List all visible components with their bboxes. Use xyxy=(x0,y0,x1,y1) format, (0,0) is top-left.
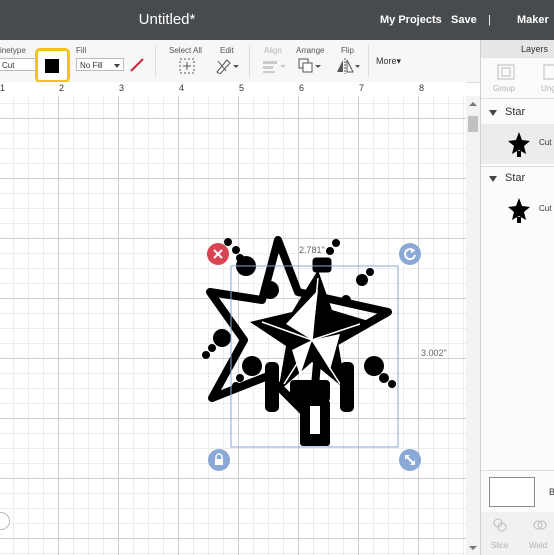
caret-down-icon xyxy=(489,176,497,182)
arrange-icon[interactable] xyxy=(298,58,322,74)
color-chip xyxy=(45,59,59,73)
weld-button[interactable]: Weld xyxy=(529,541,547,550)
more-label: More xyxy=(376,56,397,66)
blank-canvas-label: B xyxy=(549,487,554,497)
slice-button[interactable]: Slice xyxy=(491,541,508,550)
ruler-mark: 1 xyxy=(0,83,6,93)
resize-arrows-icon xyxy=(405,455,415,465)
edit-label: Edit xyxy=(220,46,234,55)
my-projects-link[interactable]: My Projects xyxy=(380,0,442,40)
lock-icon xyxy=(215,453,223,465)
flip-label: Flip xyxy=(341,46,354,55)
project-title: Untitled* xyxy=(138,11,196,28)
slice-icon[interactable] xyxy=(493,518,507,532)
rotate-handle[interactable] xyxy=(399,243,421,265)
select-all-icon[interactable] xyxy=(179,58,195,74)
fill-label: Fill xyxy=(76,46,87,55)
ruler-mark: 6 xyxy=(299,83,305,93)
top-bar: Untitled* My Projects Save | Maker xyxy=(0,0,554,40)
ruler-mark: 4 xyxy=(179,83,185,93)
fill-select[interactable]: No Fill xyxy=(76,58,124,71)
scroll-up-icon[interactable] xyxy=(466,100,480,108)
caret-down-icon xyxy=(489,110,497,116)
blank-canvas-swatch[interactable] xyxy=(489,477,535,507)
edit-toolbar: inetype Cut Fill No Fill Select All Edit… xyxy=(0,40,480,83)
linetype-label: inetype xyxy=(0,46,26,55)
canvas-scrollbar[interactable] xyxy=(466,96,480,555)
nav-separator: | xyxy=(488,14,491,26)
more-button[interactable]: More▾ xyxy=(376,56,401,67)
ruler-mark: 5 xyxy=(239,83,245,93)
group-icon[interactable] xyxy=(497,64,515,80)
align-label: Align xyxy=(264,46,282,55)
linetype-select[interactable]: Cut xyxy=(0,58,38,71)
layer-item-label: Cut xyxy=(539,138,552,147)
ruler-mark: 8 xyxy=(419,83,425,93)
top-ruler: 1 2 3 4 5 6 7 8 xyxy=(0,82,466,97)
rotate-icon xyxy=(404,248,416,261)
layer-item-cut-2[interactable]: Cut xyxy=(481,190,554,230)
close-icon xyxy=(213,249,223,259)
chevron-down-icon xyxy=(114,64,120,68)
ungroup-icon[interactable] xyxy=(543,64,554,80)
maker-button[interactable]: Maker xyxy=(517,0,549,40)
star-thumbnail-icon xyxy=(508,132,530,157)
layer-item-cut-1[interactable]: Cut xyxy=(481,124,554,164)
save-button[interactable]: Save xyxy=(451,0,477,40)
height-dimension-label: 3.002" xyxy=(421,348,447,358)
fill-color-icon[interactable] xyxy=(129,57,145,73)
ruler-mark: 7 xyxy=(359,83,365,93)
layers-panel-title: Layers xyxy=(481,40,554,58)
group-button[interactable]: Group xyxy=(493,84,515,93)
layer-group-name: Star xyxy=(505,106,526,118)
width-dimension-label: 2.781" xyxy=(299,245,325,255)
layer-item-label: Cut xyxy=(539,204,552,213)
flip-icon[interactable] xyxy=(336,58,360,74)
arrange-label: Arrange xyxy=(296,46,325,55)
resize-handle[interactable] xyxy=(399,449,421,471)
fill-select-value: No Fill xyxy=(80,61,103,70)
linetype-color-swatch[interactable] xyxy=(35,48,70,83)
design-canvas[interactable] xyxy=(0,96,466,555)
edit-icon[interactable] xyxy=(215,58,239,74)
more-caret: ▾ xyxy=(396,56,402,66)
layers-panel: Layers Group Ungr Star Cut Star Cut B Sl… xyxy=(480,40,554,555)
star-thumbnail-icon xyxy=(508,198,530,223)
lock-handle[interactable] xyxy=(208,449,230,471)
ungroup-button[interactable]: Ungr xyxy=(541,84,554,93)
ruler-mark: 2 xyxy=(59,83,65,93)
select-all-label: Select All xyxy=(169,46,202,55)
ruler-mark: 3 xyxy=(119,83,125,93)
layer-group-name: Star xyxy=(505,172,526,184)
scrollbar-thumb[interactable] xyxy=(468,116,478,132)
weld-icon[interactable] xyxy=(533,518,547,532)
align-icon[interactable] xyxy=(262,60,286,74)
delete-handle[interactable] xyxy=(207,243,229,265)
scroll-down-icon[interactable] xyxy=(466,544,480,552)
